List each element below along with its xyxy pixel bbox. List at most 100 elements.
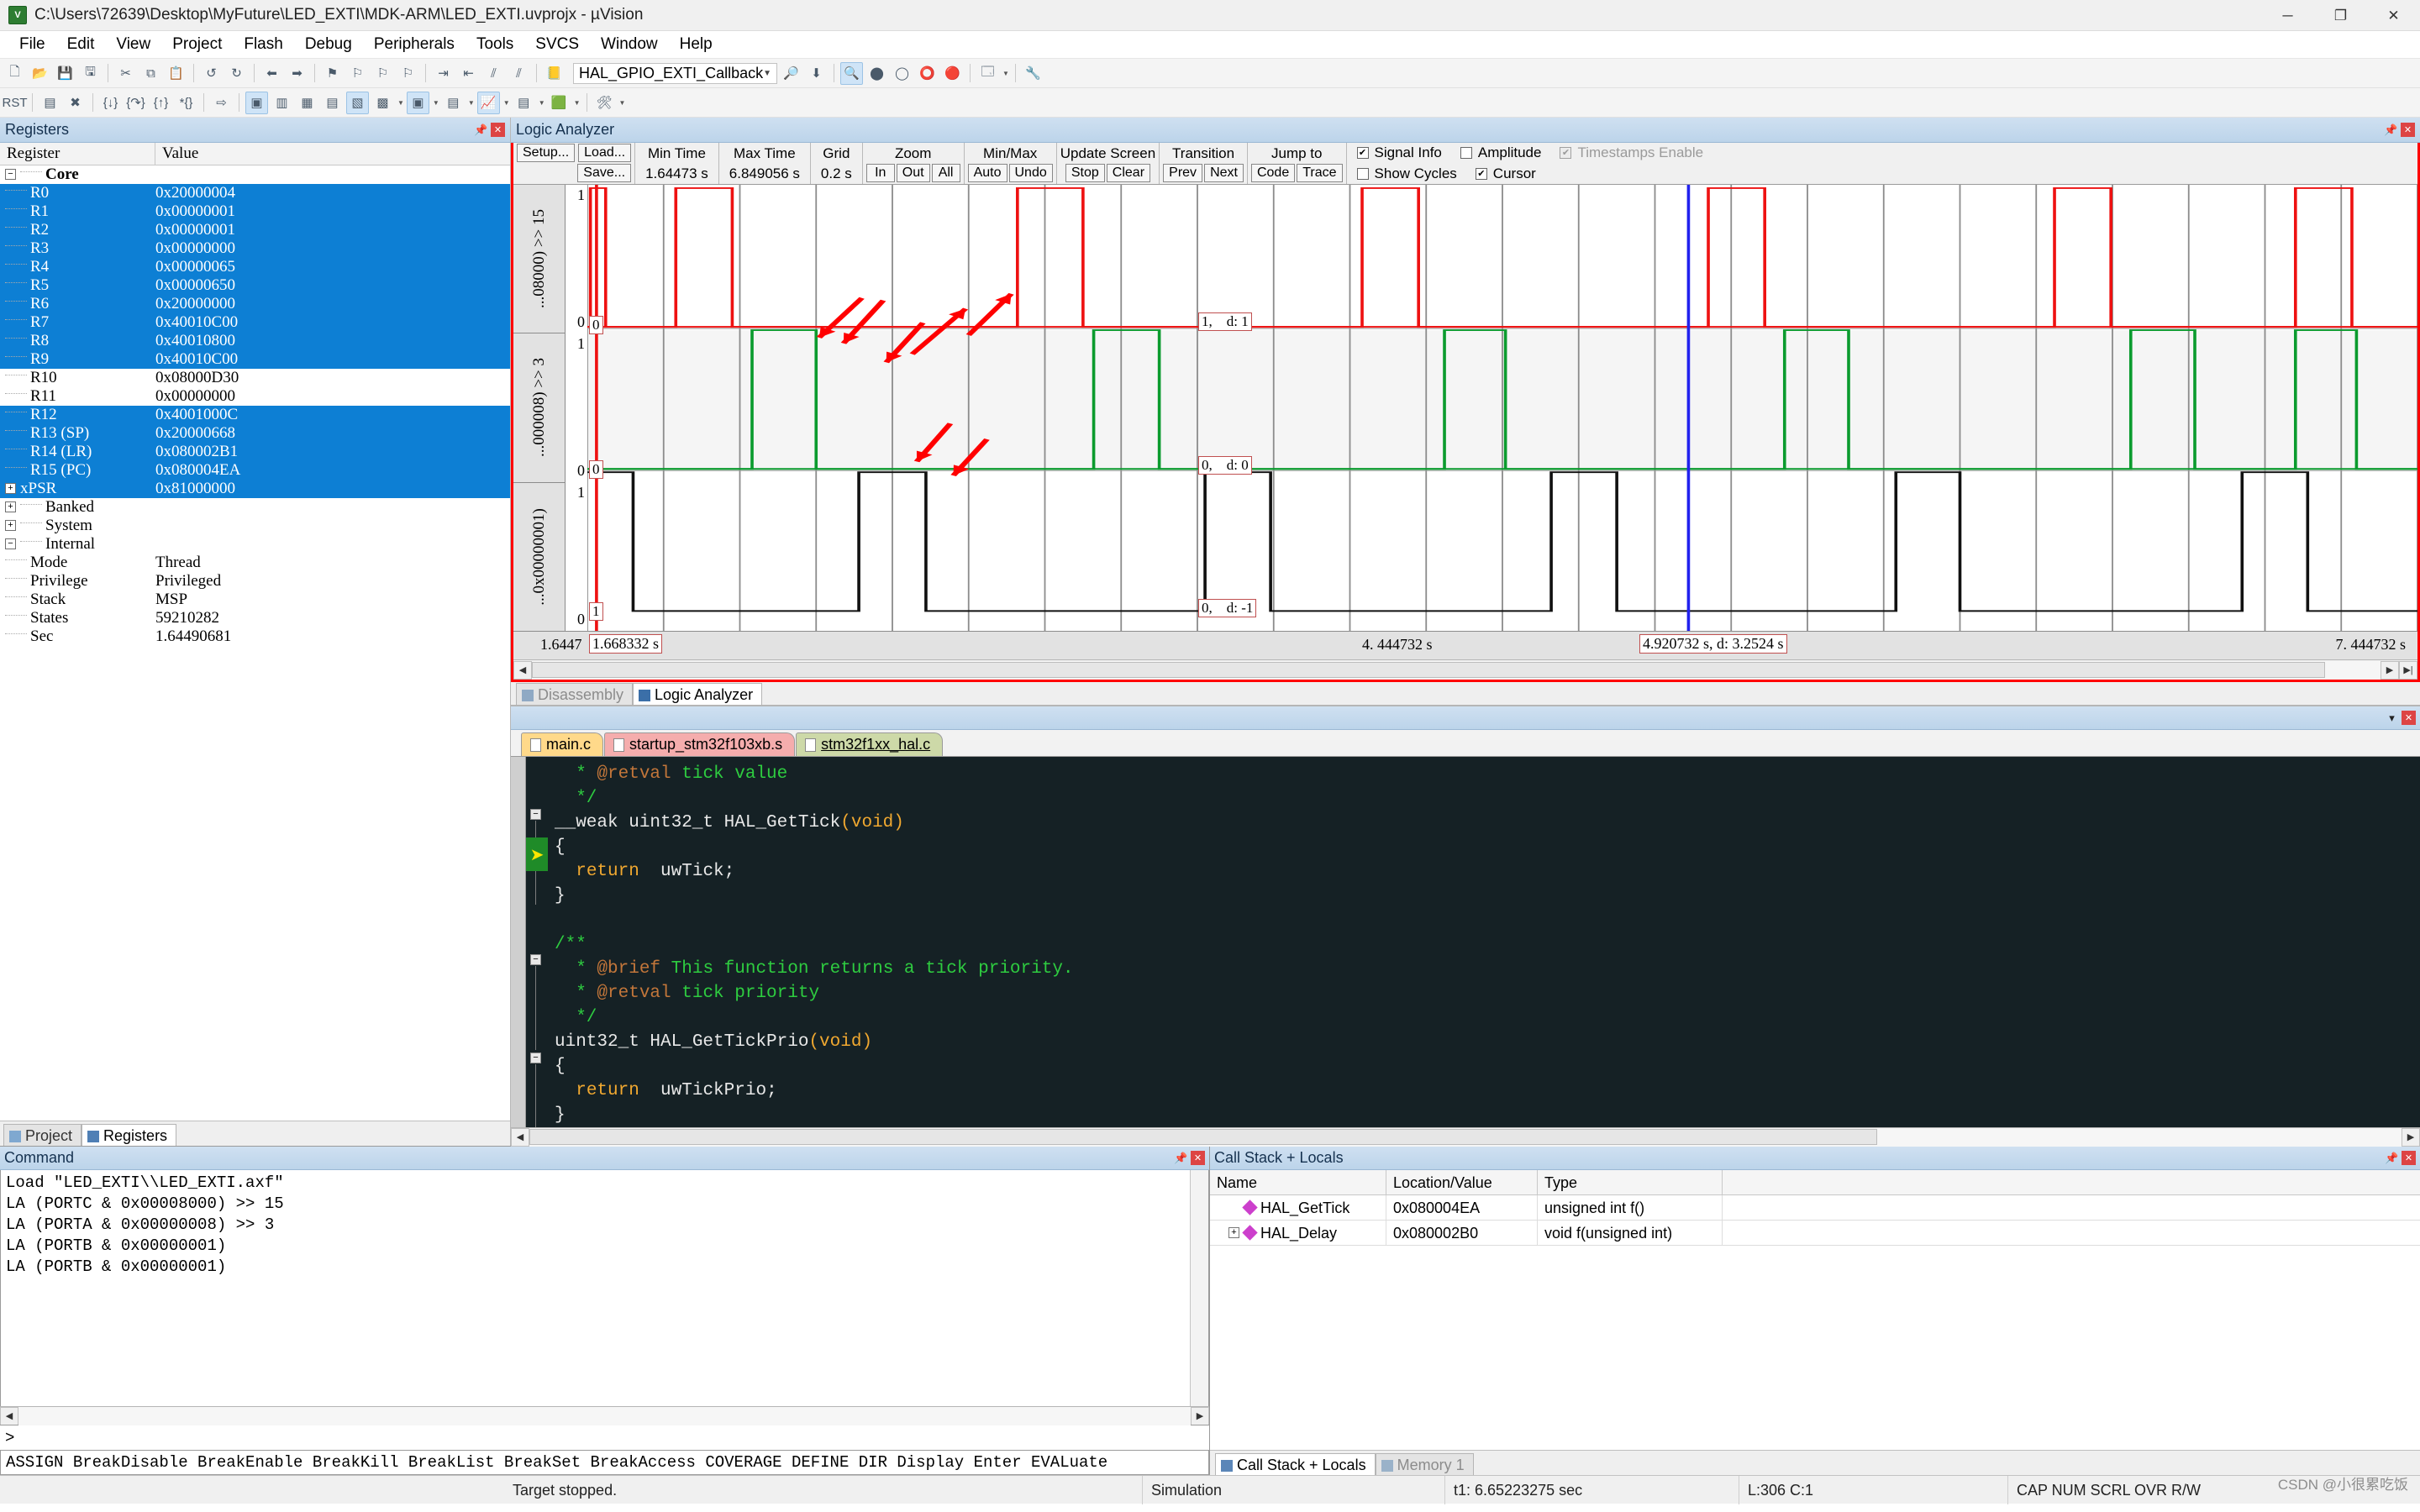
menu-window[interactable]: Window [590, 32, 669, 57]
internal-row[interactable]: Privilege Privileged [0, 572, 510, 591]
open-file-icon[interactable]: 📂 [29, 62, 51, 85]
scroll-right-icon[interactable]: ▶ [2381, 660, 2399, 680]
update-stop-button[interactable]: Stop [1065, 163, 1105, 182]
menu-view[interactable]: View [105, 32, 161, 57]
registers-group-system[interactable]: + System [0, 517, 510, 535]
system-viewer-icon[interactable]: 🟩 [548, 92, 571, 114]
close-icon[interactable]: ✕ [491, 123, 505, 137]
expand-icon[interactable]: + [5, 501, 16, 512]
scroll-left-icon[interactable]: ◀ [0, 1406, 18, 1425]
cut-icon[interactable]: ✂ [114, 62, 137, 85]
symbols-window-icon[interactable]: ▦ [296, 92, 318, 114]
checkbox-box[interactable]: ✔ [1356, 147, 1369, 159]
register-row[interactable]: R0 0x20000004 [0, 184, 510, 202]
load-button[interactable]: Load... [578, 143, 632, 162]
checkbox-box[interactable] [1356, 168, 1369, 180]
menu-peripherals[interactable]: Peripherals [363, 32, 466, 57]
waveform-hscrollbar[interactable]: ◀ ▶ ▶| [513, 659, 2417, 680]
scroll-end-icon[interactable]: ▶| [2399, 660, 2417, 680]
registers-group-core[interactable]: − Core [0, 165, 510, 184]
bookmark-prev-icon[interactable]: ⚐ [346, 62, 369, 85]
scroll-left-icon[interactable]: ◀ [513, 660, 532, 680]
waveform-plot[interactable]: ...08000) >> 15 ...000008) >> 3 ...0x000… [513, 185, 2417, 631]
pin-icon[interactable]: 📌 [474, 123, 488, 137]
internal-row[interactable]: Stack MSP [0, 591, 510, 609]
stop-icon[interactable]: ✖ [64, 92, 87, 114]
outdent-icon[interactable]: ⇤ [457, 62, 480, 85]
menu-flash[interactable]: Flash [233, 32, 293, 57]
scroll-thumb[interactable] [529, 1128, 1878, 1145]
browse-symbol-icon[interactable]: 🔎 [780, 62, 802, 85]
chevron-down-icon[interactable]: ▼ [397, 99, 404, 107]
insert-icon[interactable]: ⬇ [805, 62, 828, 85]
minmax-auto-button[interactable]: Auto [967, 163, 1007, 182]
call-stack-table[interactable]: Name Location/Value Type HAL_GetTick 0x08… [1210, 1169, 2420, 1246]
serial-window-icon[interactable]: ▤ [442, 92, 465, 114]
editor-tab-main-c[interactable]: main.c [521, 732, 604, 756]
command-input[interactable]: > [0, 1425, 1209, 1450]
register-row[interactable]: R12 0x4001000C [0, 406, 510, 424]
register-row[interactable]: R4 0x00000065 [0, 258, 510, 276]
register-row[interactable]: R2 0x00000001 [0, 221, 510, 239]
command-hscrollbar[interactable]: ◀ ▶ [0, 1406, 1209, 1425]
chevron-down-icon[interactable]: ▾ [2385, 711, 2399, 725]
step-over-icon[interactable]: {↷} [124, 92, 147, 114]
register-row[interactable]: R13 (SP) 0x20000668 [0, 424, 510, 443]
close-icon[interactable]: ✕ [2401, 123, 2415, 137]
register-row[interactable]: R5 0x00000650 [0, 276, 510, 295]
call-stack-window-icon[interactable]: ▧ [346, 91, 369, 114]
code-editor[interactable]: − − − ➤ * @retval tick value */ __weak ui… [511, 757, 2420, 1127]
checkbox-amplitude[interactable]: Amplitude [1460, 144, 1541, 161]
bookmark-clear-icon[interactable]: ⚐ [397, 62, 419, 85]
breakpoint-kill-icon[interactable]: ⭕ [916, 62, 939, 85]
breakpoint-icon[interactable]: ⬤ [865, 62, 888, 85]
scroll-thumb[interactable] [532, 661, 2325, 678]
checkbox-cursor[interactable]: ✔ Cursor [1475, 165, 1536, 182]
configure-icon[interactable]: 🔧 [1022, 62, 1044, 85]
register-row[interactable]: R14 (LR) 0x080002B1 [0, 443, 510, 461]
window-layout-icon[interactable]: 🗔 [976, 62, 999, 85]
update-clear-button[interactable]: Clear [1106, 163, 1151, 182]
minmax-undo-button[interactable]: Undo [1008, 163, 1053, 182]
show-next-statement-icon[interactable]: ⇨ [210, 92, 233, 114]
call-stack-row[interactable]: HAL_GetTick 0x080004EA unsigned int f() [1210, 1194, 2420, 1221]
call-stack-row[interactable]: + HAL_Delay 0x080002B0 void f(unsigned int) [1210, 1220, 2420, 1246]
command-window-icon[interactable]: ▣ [245, 91, 268, 114]
register-row[interactable]: R7 0x40010C00 [0, 313, 510, 332]
tab-disassembly[interactable]: Disassembly [516, 683, 634, 705]
register-row[interactable]: R11 0x00000000 [0, 387, 510, 406]
maximize-button[interactable]: ❐ [2314, 0, 2367, 31]
register-row[interactable]: R1 0x00000001 [0, 202, 510, 221]
toolbox-icon[interactable]: 🛠 [593, 92, 616, 114]
memory-window-icon[interactable]: ▣ [406, 91, 429, 114]
expand-icon[interactable]: + [5, 482, 16, 494]
save-icon[interactable]: 💾 [54, 62, 76, 85]
checkbox-box[interactable] [1460, 147, 1472, 159]
checkbox-signal-info[interactable]: ✔ Signal Info [1356, 144, 1442, 161]
pin-icon[interactable]: 📌 [2385, 1151, 2399, 1165]
register-row[interactable]: R10 0x08000D30 [0, 369, 510, 387]
tab-call-stack-locals[interactable]: Call Stack + Locals [1215, 1453, 1376, 1475]
register-row[interactable]: R8 0x40010800 [0, 332, 510, 350]
registers-window-icon[interactable]: ▤ [321, 92, 344, 114]
command-vscrollbar[interactable] [1190, 1170, 1208, 1406]
scroll-track[interactable] [529, 1127, 2402, 1147]
command-output[interactable]: Load "LED_EXTI\\LED_EXTI.axf" LA (PORTC &… [0, 1170, 1209, 1406]
tab-project[interactable]: Project [3, 1124, 82, 1146]
menu-svcs[interactable]: SVCS [524, 32, 590, 57]
scroll-right-icon[interactable]: ▶ [2402, 1127, 2420, 1147]
scroll-right-icon[interactable]: ▶ [1191, 1406, 1209, 1425]
undo-icon[interactable]: ↺ [200, 62, 223, 85]
transition-prev-button[interactable]: Prev [1163, 163, 1203, 182]
menu-project[interactable]: Project [161, 32, 233, 57]
register-row[interactable]: + xPSR 0x81000000 [0, 480, 510, 498]
tab-registers[interactable]: Registers [82, 1124, 177, 1146]
pin-icon[interactable]: 📌 [2384, 123, 2398, 137]
editor-tab-startup-s[interactable]: startup_stm32f103xb.s [604, 732, 796, 756]
uncomment-icon[interactable]: ⫽ [508, 62, 530, 85]
menu-help[interactable]: Help [669, 32, 723, 57]
save-button[interactable]: Save... [577, 163, 632, 182]
close-icon[interactable]: ✕ [2402, 711, 2416, 725]
signal-label-1[interactable]: ...000008) >> 3 [513, 333, 565, 483]
collapse-icon[interactable]: − [5, 168, 16, 180]
